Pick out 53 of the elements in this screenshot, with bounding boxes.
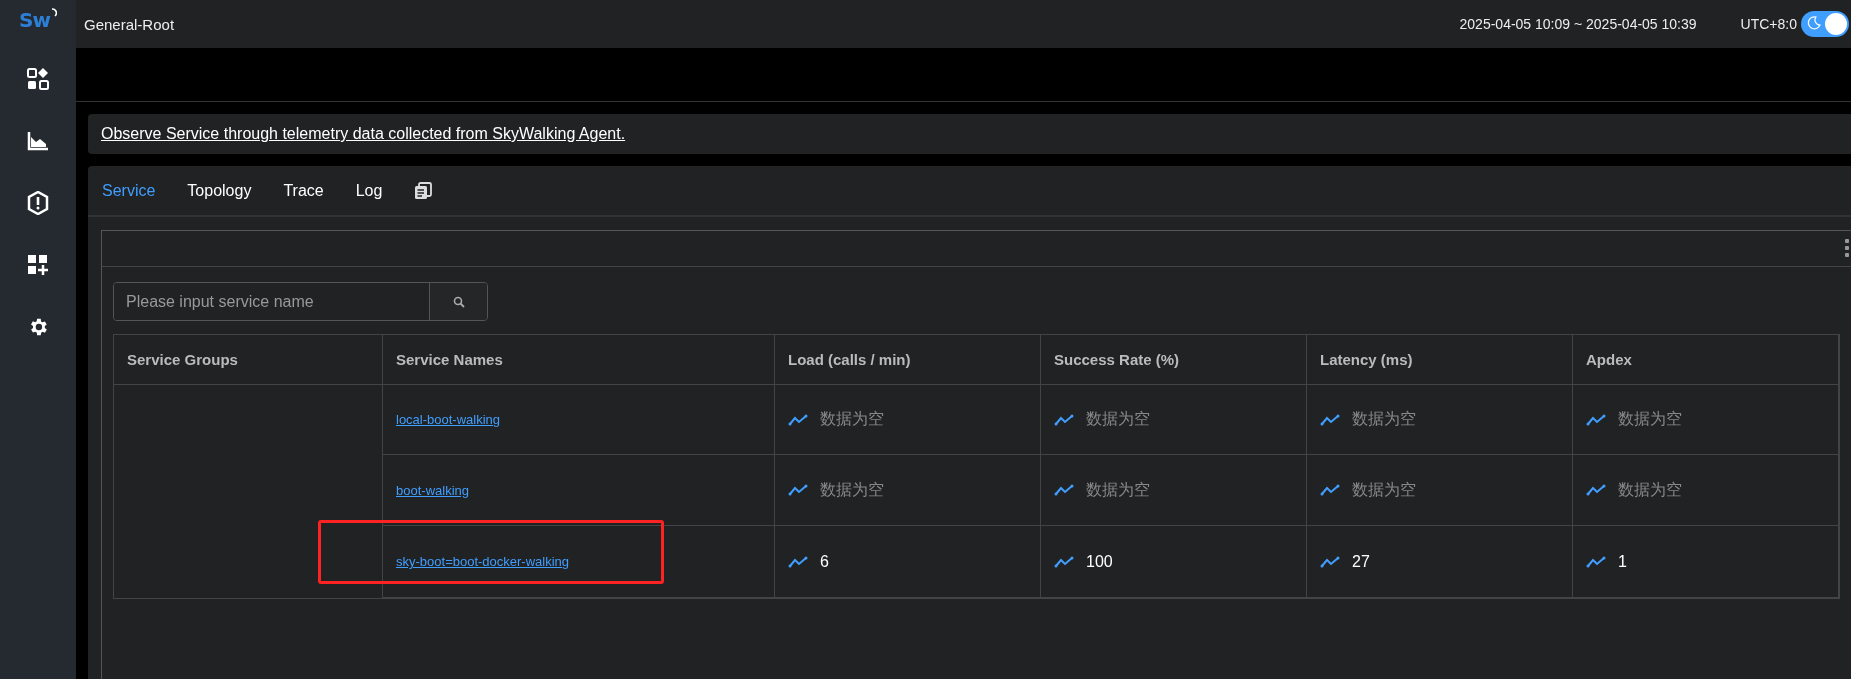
documents-icon[interactable] bbox=[414, 181, 433, 200]
column-header: Service Groups bbox=[114, 335, 383, 385]
tab[interactable]: Topology bbox=[187, 181, 252, 200]
empty-data-text: 数据为空 bbox=[1618, 409, 1682, 429]
metric-value: 1 bbox=[1618, 552, 1627, 571]
trend-line-icon[interactable] bbox=[788, 413, 808, 426]
tab[interactable]: Trace bbox=[283, 181, 324, 200]
tab[interactable]: Log bbox=[355, 181, 383, 200]
trend-line-icon[interactable] bbox=[1054, 555, 1074, 568]
service-link[interactable]: local-boot-walking bbox=[396, 412, 501, 427]
trend-line-icon[interactable] bbox=[1586, 484, 1606, 496]
column-header: Apdex bbox=[1573, 335, 1839, 385]
column-header: Load (calls / min) bbox=[775, 335, 1041, 385]
metric-value: 27 bbox=[1352, 552, 1370, 571]
add-widget-icon[interactable] bbox=[27, 254, 49, 276]
empty-data-text: 数据为空 bbox=[820, 409, 884, 429]
tab[interactable]: Service bbox=[102, 181, 156, 200]
trend-line-icon[interactable] bbox=[1320, 413, 1340, 426]
trend-line-icon[interactable] bbox=[1054, 413, 1074, 426]
empty-data-text: 数据为空 bbox=[1086, 409, 1150, 429]
metric-value: 100 bbox=[1086, 552, 1113, 571]
theme-toggle[interactable] bbox=[1801, 11, 1849, 37]
trend-line-icon[interactable] bbox=[1586, 413, 1606, 426]
column-header: Latency (ms) bbox=[1307, 335, 1573, 385]
empty-data-text: 数据为空 bbox=[1352, 479, 1416, 500]
trend-line-icon[interactable] bbox=[788, 484, 808, 496]
alert-hexagon-icon[interactable] bbox=[27, 191, 49, 215]
metric-value: 6 bbox=[820, 552, 829, 571]
empty-data-text: 数据为空 bbox=[820, 479, 884, 500]
moon-icon bbox=[1807, 16, 1821, 30]
area-chart-icon[interactable] bbox=[27, 131, 49, 151]
more-icon[interactable] bbox=[1845, 239, 1849, 257]
column-header: Success Rate (%) bbox=[1041, 335, 1307, 385]
description-link[interactable]: Observe Service through telemetry data collected from SkyWalking Agent. bbox=[101, 125, 626, 143]
service-link[interactable]: boot-walking bbox=[396, 482, 469, 498]
search-icon bbox=[452, 295, 465, 308]
service-link[interactable]: sky-boot=boot-docker-walking bbox=[396, 554, 570, 569]
timezone-label: UTC+8:0 bbox=[1740, 16, 1797, 32]
time-range[interactable]: 2025-04-05 10:09 ~ 2025-04-05 10:39 bbox=[1459, 16, 1697, 32]
arc-icon bbox=[50, 8, 57, 17]
empty-data-text: 数据为空 bbox=[1618, 479, 1682, 500]
page-title: General-Root bbox=[84, 15, 176, 33]
trend-line-icon[interactable] bbox=[1320, 555, 1340, 568]
trend-line-icon[interactable] bbox=[1320, 484, 1340, 496]
trend-line-icon[interactable] bbox=[788, 555, 808, 568]
widgets-icon[interactable] bbox=[27, 68, 49, 90]
trend-line-icon[interactable] bbox=[1586, 555, 1606, 568]
trend-line-icon[interactable] bbox=[1054, 484, 1074, 496]
logo[interactable]: Sw bbox=[19, 8, 50, 32]
search-field[interactable]: Please input service name bbox=[113, 282, 488, 321]
empty-data-text: 数据为空 bbox=[1352, 409, 1416, 429]
empty-data-text: 数据为空 bbox=[1086, 479, 1150, 500]
column-header: Service Names bbox=[383, 335, 775, 385]
